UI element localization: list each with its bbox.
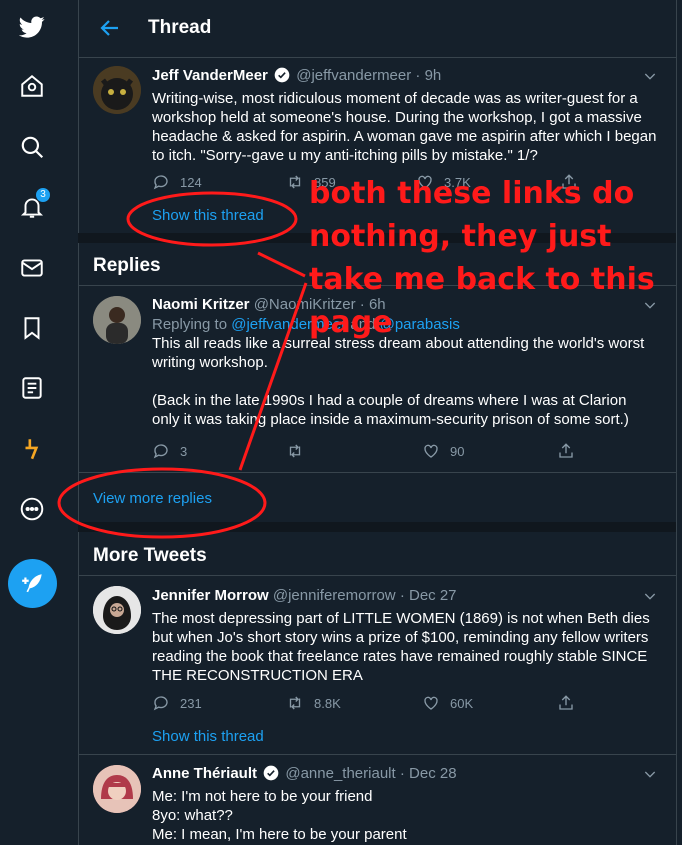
messages-envelope-icon[interactable]	[18, 254, 46, 282]
tweet-time[interactable]: Dec 28	[409, 765, 457, 782]
annotation-text: both these links do nothing, they just t…	[309, 176, 655, 340]
chevron-down-icon[interactable]	[642, 766, 658, 782]
compose-feather-icon	[21, 573, 42, 592]
replying-prefix: Replying to	[152, 316, 232, 333]
main-column: Thread Jeff VanderMeer @jeffvandermeer ·…	[78, 0, 677, 845]
tweet-text-line: 8yo: what??	[152, 807, 233, 824]
sidebar: 3	[0, 0, 79, 845]
tweet-body: Anne Thériault @anne_theriault · Dec 28 …	[152, 764, 658, 844]
share-icon	[559, 695, 573, 710]
reply-count: 3	[180, 443, 188, 459]
like-count: 90	[450, 443, 465, 459]
like-button[interactable]: 90	[422, 442, 464, 460]
retweet-button[interactable]: 8.8K	[286, 694, 341, 712]
like-button[interactable]: 60K	[422, 694, 473, 712]
more-tweet[interactable]: Anne Thériault @anne_theriault · Dec 28 …	[78, 755, 676, 845]
meta-dot: ·	[399, 765, 405, 782]
reply-button[interactable]: 124	[152, 173, 202, 191]
author-handle[interactable]: @jeffvandermeer	[296, 67, 411, 84]
extension-bolt-icon[interactable]	[18, 435, 46, 463]
reply-count: 231	[180, 695, 202, 711]
tweet-actions: 231 8.8K 60K	[152, 694, 582, 714]
avatar[interactable]	[93, 765, 141, 813]
retweet-button[interactable]	[286, 442, 314, 460]
notification-count-badge: 3	[35, 187, 51, 203]
compose-tweet-button[interactable]	[8, 559, 57, 608]
heart-icon	[424, 696, 438, 710]
page-title: Thread	[148, 17, 212, 38]
reply-icon	[153, 175, 168, 190]
explore-search-icon[interactable]	[18, 133, 46, 161]
replies-heading: Replies	[93, 255, 161, 276]
tweet-time[interactable]: Dec 27	[409, 587, 457, 604]
home-icon[interactable]	[18, 72, 46, 100]
meta-dot: ·	[415, 67, 421, 84]
tweet-text: The most depressing part of LITTLE WOMEN…	[152, 610, 650, 684]
more-tweets-heading: More Tweets	[93, 545, 207, 566]
chevron-down-icon[interactable]	[642, 68, 658, 84]
show-this-thread-link[interactable]: Show this thread	[152, 207, 264, 224]
author-handle[interactable]: @jenniferemorrow	[273, 587, 396, 604]
avatar[interactable]	[93, 586, 141, 634]
share-button[interactable]	[557, 442, 585, 460]
reply-button[interactable]: 3	[152, 442, 187, 460]
avatar[interactable]	[93, 296, 141, 344]
retweet-icon	[289, 696, 301, 710]
tweet-text-line: Me: I mean, I'm here to be your parent	[152, 826, 407, 843]
tweet-body: Jeff VanderMeer @jeffvandermeer · 9h Wri…	[152, 66, 658, 165]
lists-icon[interactable]	[18, 374, 46, 402]
twitter-logo-icon[interactable]	[18, 13, 46, 41]
retweet-icon	[289, 444, 301, 458]
divider	[78, 472, 676, 473]
tweet-time[interactable]: 9h	[425, 67, 442, 84]
tweet-text: (Back in the late 1990s I had a couple o…	[152, 392, 629, 428]
thread-header: Thread	[78, 0, 676, 58]
more-tweet[interactable]: Jennifer Morrow @jenniferemorrow · Dec 2…	[78, 576, 676, 754]
more-options-icon[interactable]	[18, 495, 46, 523]
tweet-meta: Jeff VanderMeer @jeffvandermeer · 9h	[152, 66, 658, 86]
heart-icon	[424, 444, 438, 458]
back-arrow-icon[interactable]	[98, 16, 122, 40]
retweet-count: 8.8K	[314, 695, 341, 711]
author-name[interactable]: Naomi Kritzer	[152, 296, 250, 313]
tweet-actions: 3 90	[152, 442, 582, 462]
bookmarks-icon[interactable]	[18, 314, 46, 342]
meta-dot: ·	[399, 587, 405, 604]
tweet-body: Jennifer Morrow @jenniferemorrow · Dec 2…	[152, 586, 658, 685]
notifications-bell-icon[interactable]: 3	[18, 187, 51, 221]
verified-badge-icon	[274, 67, 290, 83]
reply-button[interactable]: 231	[152, 694, 202, 712]
section-separator	[78, 522, 676, 532]
tweet-text: Writing-wise, most ridiculous moment of …	[152, 90, 657, 164]
show-this-thread-link[interactable]: Show this thread	[152, 728, 264, 745]
like-count: 60K	[450, 695, 474, 711]
share-icon	[559, 443, 573, 458]
reply-icon	[153, 444, 168, 459]
author-name[interactable]: Jeff VanderMeer	[152, 67, 268, 84]
tweet-text-line: Me: I'm not here to be your friend	[152, 788, 373, 805]
view-more-replies-link[interactable]: View more replies	[93, 490, 212, 507]
reply-count: 124	[180, 174, 202, 190]
tweet-meta: Anne Thériault @anne_theriault · Dec 28	[152, 764, 658, 784]
author-handle[interactable]: @anne_theriault	[285, 765, 395, 782]
avatar[interactable]	[93, 66, 141, 114]
author-name[interactable]: Anne Thériault	[152, 765, 257, 782]
share-button[interactable]	[557, 694, 585, 712]
chevron-down-icon[interactable]	[642, 588, 658, 604]
author-name[interactable]: Jennifer Morrow	[152, 587, 269, 604]
retweet-icon	[289, 175, 301, 189]
reply-icon	[153, 696, 168, 711]
tweet-meta: Jennifer Morrow @jenniferemorrow · Dec 2…	[152, 586, 658, 606]
verified-badge-icon	[263, 765, 279, 781]
